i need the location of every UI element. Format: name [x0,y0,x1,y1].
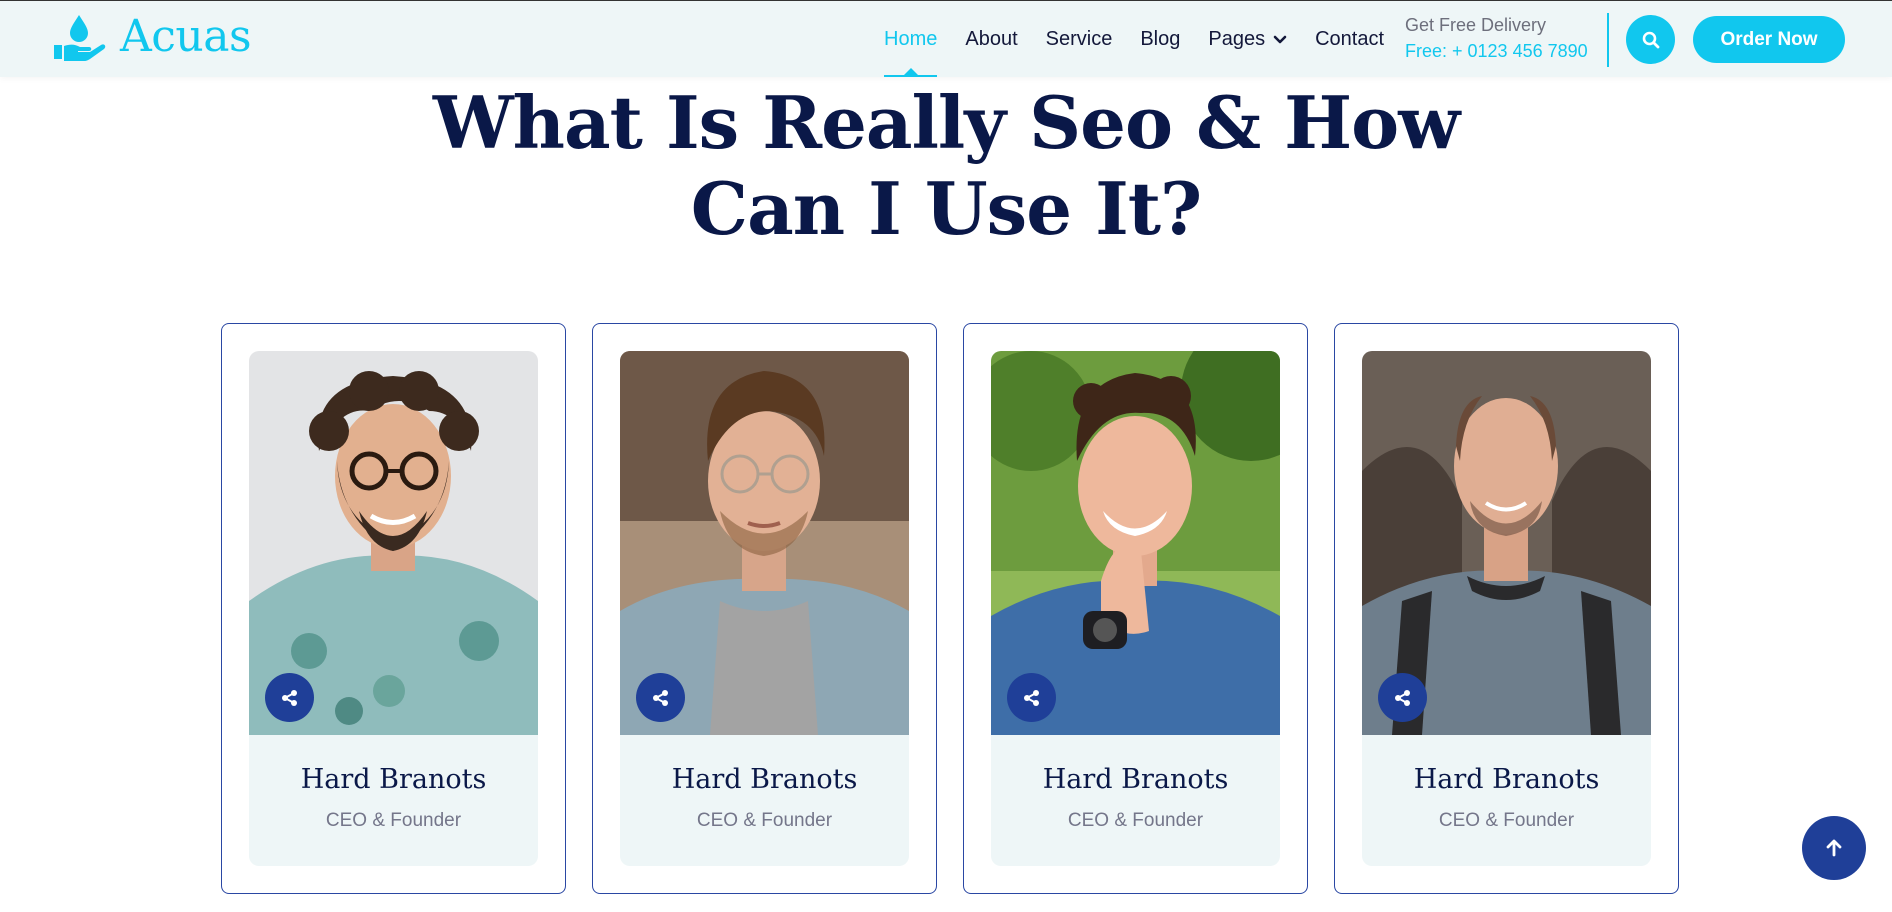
search-button[interactable] [1626,15,1675,64]
member-name: Hard Branots [671,764,858,795]
nav-pages-label: Pages [1208,28,1266,50]
share-icon [652,689,668,706]
delivery-label: Get Free Delivery [1405,15,1547,35]
member-name: Hard Branots [1042,764,1229,795]
member-info: Hard Branots CEO & Founder [249,735,538,866]
member-info: Hard Branots CEO & Founder [991,735,1280,866]
member-name: Hard Branots [1413,764,1600,795]
member-name: Hard Branots [300,764,487,795]
section-title-line-2: Can I Use It? [690,166,1202,251]
nav-service[interactable]: Service [1046,1,1113,78]
member-role: CEO & Founder [696,810,833,831]
logo[interactable]: Acuas [52,11,252,62]
delivery-phone[interactable]: Free: + 0123 456 7890 [1405,38,1588,65]
nav-contact[interactable]: Contact [1315,1,1384,78]
chevron-down-icon [1273,35,1287,43]
header-divider [1607,13,1609,67]
member-info: Hard Branots CEO & Founder [1362,735,1651,866]
member-photo [249,351,538,735]
team-card: Hard Branots CEO & Founder [1334,323,1679,894]
nav-pages[interactable]: Pages [1208,1,1287,78]
order-now-button[interactable]: Order Now [1693,16,1845,63]
team-card: Hard Branots CEO & Founder [221,323,566,894]
share-icon [281,689,297,706]
member-role: CEO & Founder [325,810,462,831]
member-photo [991,351,1280,735]
member-role: CEO & Founder [1438,810,1575,831]
share-button[interactable] [265,673,314,722]
team-card: Hard Branots CEO & Founder [592,323,937,894]
nav-blog[interactable]: Blog [1140,1,1180,78]
section-title: What Is Really Seo & How Can I Use It? [0,80,1892,252]
nav-home[interactable]: Home [884,1,938,78]
site-header: Acuas Home About Service Blog Pages Cont… [0,0,1892,77]
member-info: Hard Branots CEO & Founder [620,735,909,866]
section-title-line-1: What Is Really Seo & How [432,80,1460,165]
member-role: CEO & Founder [1067,810,1204,831]
member-photo [1362,351,1651,735]
share-button[interactable] [636,673,685,722]
share-icon [1023,689,1039,706]
logo-text: Acuas [120,11,252,62]
arrow-up-icon [1826,839,1842,857]
share-button[interactable] [1378,673,1427,722]
team-card: Hard Branots CEO & Founder [963,323,1308,894]
delivery-info: Get Free Delivery Free: + 0123 456 7890 [1405,13,1588,65]
share-icon [1394,689,1410,706]
member-photo [620,351,909,735]
main-nav: Home About Service Blog Pages Contact [884,1,1412,78]
share-button[interactable] [1007,673,1056,722]
water-hand-icon [54,15,106,61]
search-icon [1642,31,1659,48]
nav-about[interactable]: About [965,1,1017,78]
back-to-top-button[interactable] [1802,816,1866,880]
